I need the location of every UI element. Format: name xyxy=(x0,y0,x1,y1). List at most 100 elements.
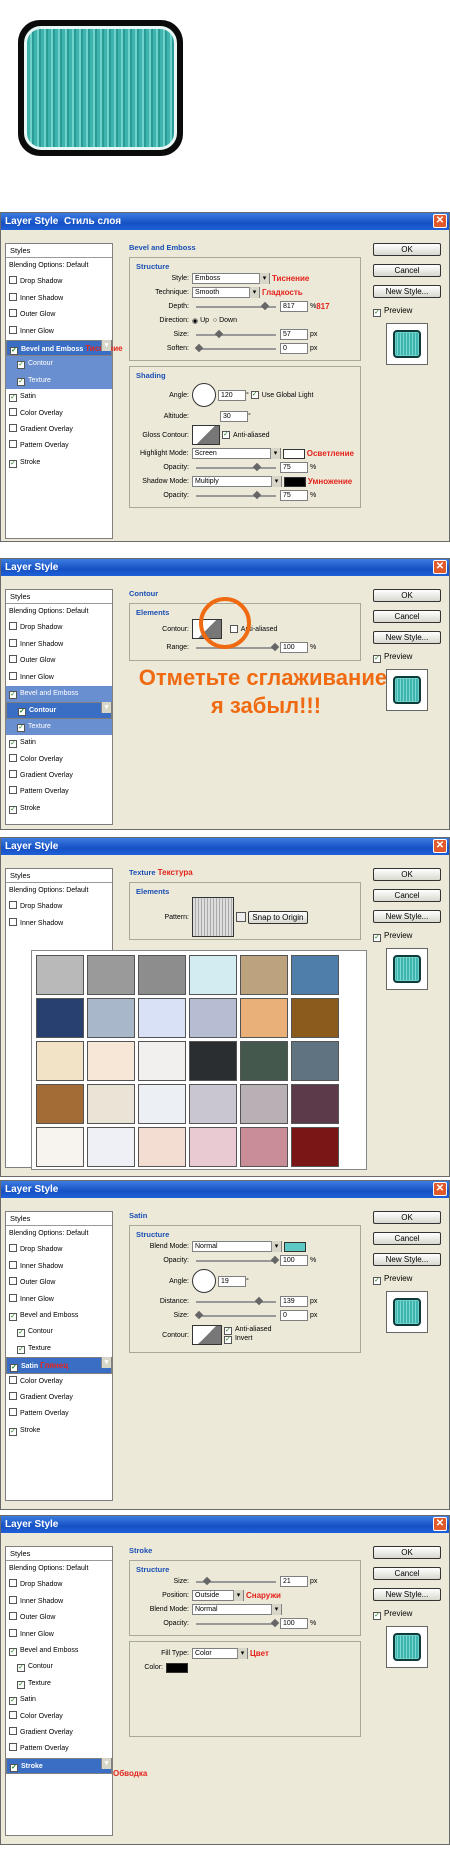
style-texture[interactable]: ✓ Texture xyxy=(6,372,112,390)
fill-type-select[interactable]: Color xyxy=(192,1648,248,1659)
opacity-input[interactable]: 100 xyxy=(280,1618,308,1629)
pattern-swatch[interactable] xyxy=(189,1041,237,1081)
style-satin[interactable]: ✓ Satin xyxy=(6,1692,112,1708)
highlight-opacity-slider[interactable] xyxy=(196,462,276,471)
style-inner-glow[interactable]: Inner Glow xyxy=(6,324,112,340)
styles-header[interactable]: Styles xyxy=(6,869,112,883)
angle-input[interactable]: 120 xyxy=(217,389,246,401)
ok-button[interactable]: OK xyxy=(373,243,441,256)
opacity-slider[interactable] xyxy=(196,1618,280,1627)
pattern-swatch[interactable] xyxy=(189,1127,237,1167)
technique-select[interactable]: Smooth xyxy=(192,287,260,298)
depth-input[interactable]: 817 xyxy=(280,301,308,312)
style-select[interactable]: Emboss xyxy=(192,273,270,284)
style-stroke[interactable]: ✓ Stroke xyxy=(6,801,112,817)
ok-button[interactable]: OK xyxy=(373,1211,441,1224)
close-button[interactable]: ✕ xyxy=(433,560,447,574)
pattern-swatch[interactable] xyxy=(87,998,135,1038)
style-inner-shadow[interactable]: Inner Shadow xyxy=(6,1594,112,1610)
size-input[interactable]: 0 xyxy=(280,1310,308,1321)
blend-select[interactable]: Normal xyxy=(192,1604,282,1615)
pattern-swatch[interactable] xyxy=(138,1041,186,1081)
style-inner-glow[interactable]: Inner Glow xyxy=(6,1292,112,1308)
angle-dial[interactable] xyxy=(192,383,216,407)
opacity-slider[interactable] xyxy=(196,1255,280,1264)
cancel-button[interactable]: Cancel xyxy=(373,610,441,623)
pattern-swatch[interactable] xyxy=(240,998,288,1038)
gloss-contour-picker[interactable] xyxy=(192,425,220,445)
pattern-picker[interactable] xyxy=(192,897,234,937)
style-pattern-overlay[interactable]: Pattern Overlay xyxy=(6,438,112,454)
direction-down[interactable]: Down xyxy=(219,317,237,324)
style-color-overlay[interactable]: Color Overlay xyxy=(6,1709,112,1725)
style-stroke[interactable]: ✓ Stroke xyxy=(6,1757,112,1775)
highlight-select[interactable]: Screen xyxy=(191,448,281,459)
style-contour[interactable]: ✓ Contour xyxy=(6,702,112,719)
styles-header[interactable]: Styles xyxy=(6,590,112,604)
close-button[interactable]: ✕ xyxy=(433,839,447,853)
ok-button[interactable]: OK xyxy=(373,868,441,881)
ok-button[interactable]: OK xyxy=(373,1546,441,1559)
style-gradient-overlay[interactable]: Gradient Overlay xyxy=(6,1725,112,1741)
invert-checkbox[interactable]: Invert xyxy=(235,1335,253,1342)
style-inner-shadow[interactable]: Inner Shadow xyxy=(6,291,112,307)
pattern-swatch[interactable] xyxy=(138,955,186,995)
soften-slider[interactable] xyxy=(194,343,276,352)
pattern-swatch[interactable] xyxy=(138,1084,186,1124)
preview-checkbox[interactable]: ✓ Preview xyxy=(373,1609,441,1620)
style-bevel-emboss[interactable]: ✓ Bevel and Emboss Тиснение xyxy=(6,339,123,357)
size-input[interactable]: 21 xyxy=(280,1576,308,1587)
pattern-swatch[interactable] xyxy=(87,1084,135,1124)
blending-options[interactable]: Blending Options: Default xyxy=(6,604,112,620)
shadow-color[interactable] xyxy=(283,476,306,487)
close-button[interactable]: ✕ xyxy=(433,1182,447,1196)
blending-options[interactable]: Blending Options: Default xyxy=(6,1561,112,1577)
distance-input[interactable]: 139 xyxy=(280,1296,308,1307)
pattern-swatch[interactable] xyxy=(87,955,135,995)
style-color-overlay[interactable]: Color Overlay xyxy=(6,752,112,768)
size-slider[interactable] xyxy=(194,1310,276,1319)
pattern-swatch[interactable] xyxy=(189,998,237,1038)
style-inner-shadow[interactable]: Inner Shadow xyxy=(6,916,112,932)
pattern-picker-grid[interactable] xyxy=(31,950,367,1170)
highlight-color[interactable] xyxy=(282,448,305,459)
pattern-swatch[interactable] xyxy=(291,1084,339,1124)
pattern-swatch[interactable] xyxy=(36,998,84,1038)
style-contour[interactable]: ✓ Contour xyxy=(6,1324,112,1340)
style-stroke[interactable]: ✓ Stroke xyxy=(6,1423,112,1439)
pattern-swatch[interactable] xyxy=(138,1127,186,1167)
new-style-button[interactable]: New Style... xyxy=(373,1253,441,1266)
new-style-button[interactable]: New Style... xyxy=(373,910,441,923)
style-drop-shadow[interactable]: Drop Shadow xyxy=(6,620,112,636)
style-gradient-overlay[interactable]: Gradient Overlay xyxy=(6,768,112,784)
style-bevel-emboss[interactable]: ✓ Bevel and Emboss xyxy=(6,1308,112,1324)
cancel-button[interactable]: Cancel xyxy=(373,1567,441,1580)
style-outer-glow[interactable]: Outer Glow xyxy=(6,653,112,669)
style-inner-glow[interactable]: Inner Glow xyxy=(6,670,112,686)
blending-options[interactable]: Blending Options: Default xyxy=(6,1226,112,1242)
pattern-swatch[interactable] xyxy=(291,955,339,995)
styles-header[interactable]: Styles xyxy=(6,1212,112,1226)
shadow-select[interactable]: Multiply xyxy=(192,476,282,487)
style-pattern-overlay[interactable]: Pattern Overlay xyxy=(6,1741,112,1757)
blending-options[interactable]: Blending Options: Default xyxy=(6,258,112,274)
blend-select[interactable]: Normal xyxy=(192,1241,282,1252)
style-outer-glow[interactable]: Outer Glow xyxy=(6,307,112,323)
style-contour[interactable]: ✓ Contour xyxy=(6,1659,112,1675)
preview-checkbox[interactable]: ✓ Preview xyxy=(373,931,441,942)
style-bevel-emboss[interactable]: ✓ Bevel and Emboss xyxy=(6,685,112,703)
position-select[interactable]: Outside xyxy=(192,1590,244,1601)
angle-dial[interactable] xyxy=(192,1269,216,1293)
stroke-color-swatch[interactable] xyxy=(166,1662,188,1673)
anti-aliased-checkbox[interactable]: Anti-aliased xyxy=(235,1326,272,1333)
style-gradient-overlay[interactable]: Gradient Overlay xyxy=(6,1390,112,1406)
style-gradient-overlay[interactable]: Gradient Overlay xyxy=(6,422,112,438)
pattern-swatch[interactable] xyxy=(36,1084,84,1124)
range-slider[interactable] xyxy=(196,642,280,651)
cancel-button[interactable]: Cancel xyxy=(373,889,441,902)
altitude-input[interactable]: 30 xyxy=(220,411,248,422)
new-style-button[interactable]: New Style... xyxy=(373,1588,441,1601)
pattern-swatch[interactable] xyxy=(291,1041,339,1081)
pattern-swatch[interactable] xyxy=(240,1041,288,1081)
style-pattern-overlay[interactable]: Pattern Overlay xyxy=(6,784,112,800)
